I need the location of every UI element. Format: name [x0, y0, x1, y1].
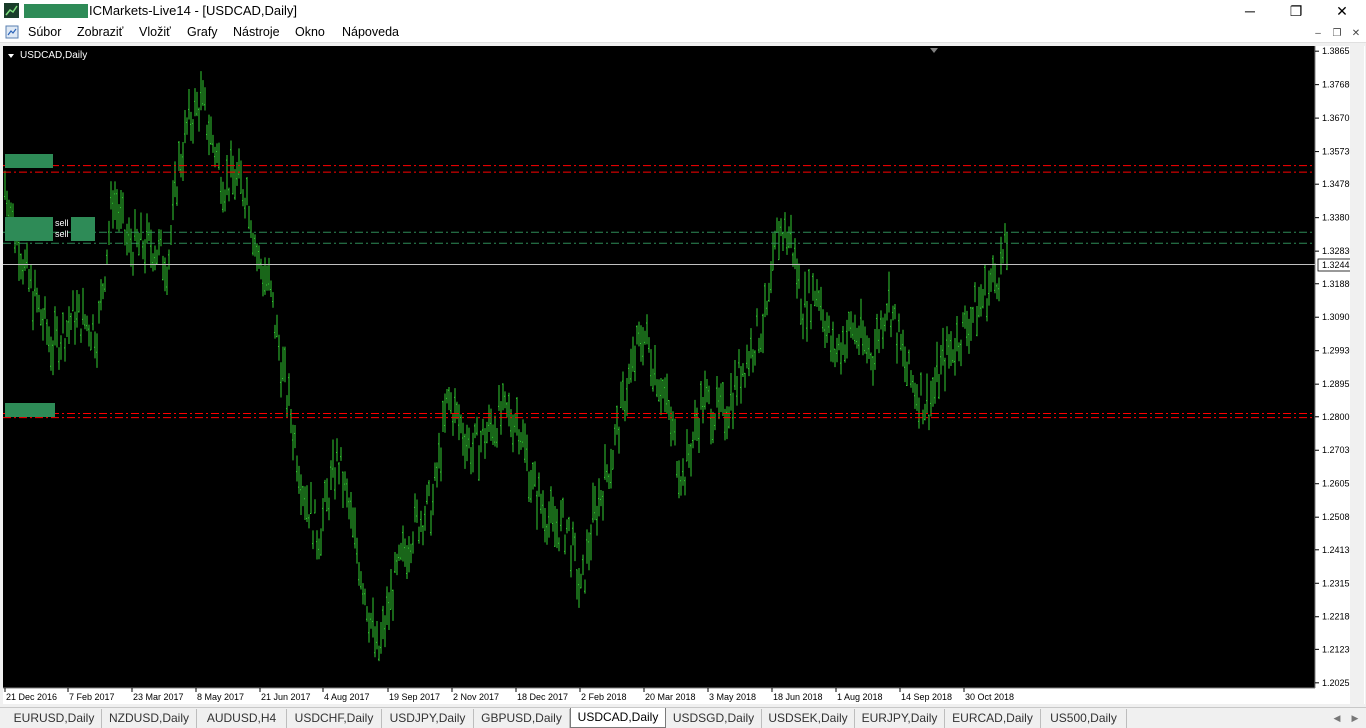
- app-logo-icon: [4, 3, 19, 18]
- tab-us500[interactable]: US500,Daily: [1041, 709, 1127, 728]
- chart-scroll-area: [1350, 46, 1364, 706]
- time-tick-label: 23 Mar 2017: [133, 692, 184, 702]
- order-label-box-2[interactable]: [5, 217, 53, 241]
- time-tick-label: 1 Aug 2018: [837, 692, 883, 702]
- menu-view[interactable]: Zobraziť: [77, 25, 123, 39]
- chart-symbol-label: USDCAD,Daily: [20, 50, 87, 61]
- time-tick-label: 21 Jun 2017: [261, 692, 311, 702]
- maximize-button[interactable]: ❐: [1273, 0, 1319, 22]
- mdi-minimize-button[interactable]: –: [1310, 26, 1326, 40]
- menu-insert[interactable]: Vložiť: [139, 25, 171, 39]
- menu-window[interactable]: Okno: [295, 25, 325, 39]
- chart-window-icon[interactable]: [5, 25, 19, 39]
- time-tick-label: 30 Oct 2018: [965, 692, 1014, 702]
- window-title: ICMarkets-Live14 - [USDCAD,Daily]: [89, 3, 298, 18]
- menu-charts[interactable]: Grafy: [187, 25, 218, 39]
- tab-gbpusd[interactable]: GBPUSD,Daily: [474, 709, 570, 728]
- order-label-box-4[interactable]: [5, 403, 55, 417]
- plot-background: [3, 46, 1315, 688]
- account-redaction: [24, 4, 88, 18]
- order-label-sell-2: sell: [55, 229, 69, 239]
- tab-eurcad[interactable]: EURCAD,Daily: [945, 709, 1041, 728]
- time-tick-label: 7 Feb 2017: [69, 692, 115, 702]
- tab-nzdusd[interactable]: NZDUSD,Daily: [102, 709, 197, 728]
- time-tick-label: 4 Aug 2017: [324, 692, 370, 702]
- tab-usdjpy[interactable]: USDJPY,Daily: [382, 709, 474, 728]
- menu-tools[interactable]: Nástroje: [233, 25, 280, 39]
- tab-scroll-left-icon[interactable]: ◀: [1330, 711, 1344, 725]
- chart-tabs-bar: EURUSD,Daily NZDUSD,Daily AUDUSD,H4 USDC…: [0, 707, 1366, 728]
- chart-window: 1.38655 1.37680 1.36705 1.35730 1.34780 1.338…: [0, 43, 1366, 707]
- mdi-restore-button[interactable]: ❐: [1329, 26, 1345, 40]
- minimize-button[interactable]: ─: [1227, 0, 1273, 22]
- tab-audusd[interactable]: AUDUSD,H4: [197, 709, 287, 728]
- time-tick-label: 14 Sep 2018: [901, 692, 952, 702]
- menu-help[interactable]: Nápoveda: [342, 25, 399, 39]
- time-tick-label: 2 Feb 2018: [581, 692, 627, 702]
- time-tick-label: 3 May 2018: [709, 692, 756, 702]
- tab-usdcad[interactable]: USDCAD,Daily: [570, 708, 666, 728]
- time-tick-label: 8 May 2017: [197, 692, 244, 702]
- mdi-close-button[interactable]: ✕: [1348, 26, 1364, 40]
- order-label-box-3[interactable]: [71, 217, 95, 241]
- tab-scroll-right-icon[interactable]: ▶: [1348, 711, 1362, 725]
- price-chart[interactable]: 1.386551.376801.367051.357301.347801.338…: [3, 46, 1365, 704]
- menu-bar: Súbor Zobraziť Vložiť Grafy Nástroje Okn…: [0, 22, 1366, 43]
- title-bar: ICMarkets-Live14 - [USDCAD,Daily] ─ ❐ ✕: [0, 0, 1366, 22]
- order-label-sell-1: sell: [55, 218, 69, 228]
- time-tick-label: 18 Jun 2018: [773, 692, 823, 702]
- time-tick-label: 20 Mar 2018: [645, 692, 696, 702]
- tab-usdsek[interactable]: USDSEK,Daily: [762, 709, 855, 728]
- tab-usdchf[interactable]: USDCHF,Daily: [287, 709, 382, 728]
- tab-usdsgd[interactable]: USDSGD,Daily: [666, 709, 762, 728]
- time-tick-label: 19 Sep 2017: [389, 692, 440, 702]
- time-tick-label: 18 Dec 2017: [517, 692, 568, 702]
- time-tick-label: 2 Nov 2017: [453, 692, 499, 702]
- close-button[interactable]: ✕: [1319, 0, 1365, 22]
- tab-eurusd[interactable]: EURUSD,Daily: [7, 709, 102, 728]
- menu-file[interactable]: Súbor: [28, 25, 61, 39]
- order-label-box-1[interactable]: [5, 154, 53, 168]
- time-tick-label: 21 Dec 2016: [6, 692, 57, 702]
- tab-eurjpy[interactable]: EURJPY,Daily: [855, 709, 945, 728]
